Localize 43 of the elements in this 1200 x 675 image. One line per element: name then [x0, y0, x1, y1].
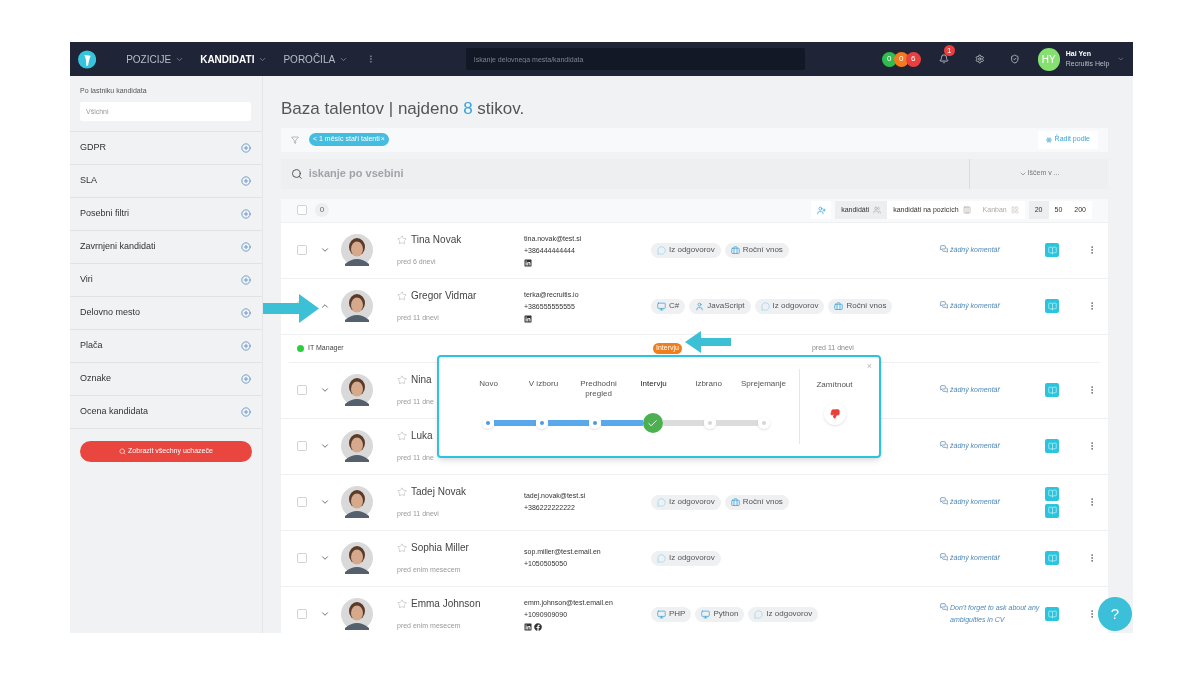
- filter-section[interactable]: Posebni filtri: [70, 196, 262, 230]
- filter-section[interactable]: Ocena kandidata: [70, 394, 262, 428]
- tag-chip: C#: [651, 298, 686, 314]
- stage-label[interactable]: Novo: [461, 379, 516, 399]
- filter-section[interactable]: Delovno mesto: [70, 295, 262, 329]
- content-search-field[interactable]: iskanje po vsebini: [308, 165, 959, 182]
- filter-section[interactable]: SLA: [70, 163, 262, 197]
- stage-label[interactable]: Izbrano: [681, 379, 736, 399]
- reject-label: Zamítnout: [816, 379, 853, 391]
- stage-label[interactable]: V izboru: [516, 379, 571, 399]
- stage-label[interactable]: Predhodni pregled: [571, 379, 626, 399]
- nav-tab[interactable]: POZICIJE: [126, 51, 185, 67]
- selected-count: 0: [315, 203, 329, 217]
- filter-section[interactable]: GDPR: [70, 130, 262, 164]
- candidate-name[interactable]: Emma Johnson: [411, 596, 481, 612]
- tag-chip: Iz odgovorov: [651, 242, 721, 258]
- tag-chip: PHP: [651, 606, 692, 622]
- candidate-name[interactable]: Sophia Miller: [411, 540, 469, 556]
- stage-label[interactable]: Sprejemanje: [736, 379, 791, 399]
- page-title: Baza talentov | najdeno 8 stikov.: [281, 98, 526, 120]
- nav-tab[interactable]: POROČILA: [283, 51, 349, 67]
- tag-chip: Iz odgovorov: [748, 606, 819, 622]
- tag-chip: JavaScript: [689, 298, 751, 314]
- filter-section[interactable]: Plača: [70, 328, 262, 362]
- tag-chip: Iz odgovorov: [651, 494, 721, 510]
- filter-section[interactable]: Oznake: [70, 361, 262, 395]
- candidate-name[interactable]: Tadej Novak: [411, 484, 467, 500]
- stage-label[interactable]: Intervju: [626, 379, 681, 399]
- tag-chip: Python: [695, 606, 745, 622]
- filter-section[interactable]: Zavrnjeni kandidati: [70, 229, 262, 263]
- tag-chip: Iz odgovorov: [651, 550, 721, 566]
- candidate-name[interactable]: Gregor Vidmar: [411, 288, 477, 304]
- candidate-name[interactable]: Luka: [411, 428, 433, 444]
- candidate-name[interactable]: Nina: [411, 372, 432, 388]
- tag-chip: Roční vnos: [724, 242, 789, 258]
- notification-count: 1: [943, 45, 955, 56]
- tag-chip: Iz odgovorov: [754, 298, 825, 314]
- filter-section[interactable]: Viri: [70, 262, 262, 296]
- tag-chip: Roční vnos: [828, 298, 893, 314]
- counter-badge[interactable]: 6: [905, 51, 921, 67]
- nav-tab[interactable]: KANDIDATI: [200, 51, 268, 67]
- tag-chip: Roční vnos: [724, 494, 789, 510]
- candidate-name[interactable]: Tina Novak: [411, 232, 462, 248]
